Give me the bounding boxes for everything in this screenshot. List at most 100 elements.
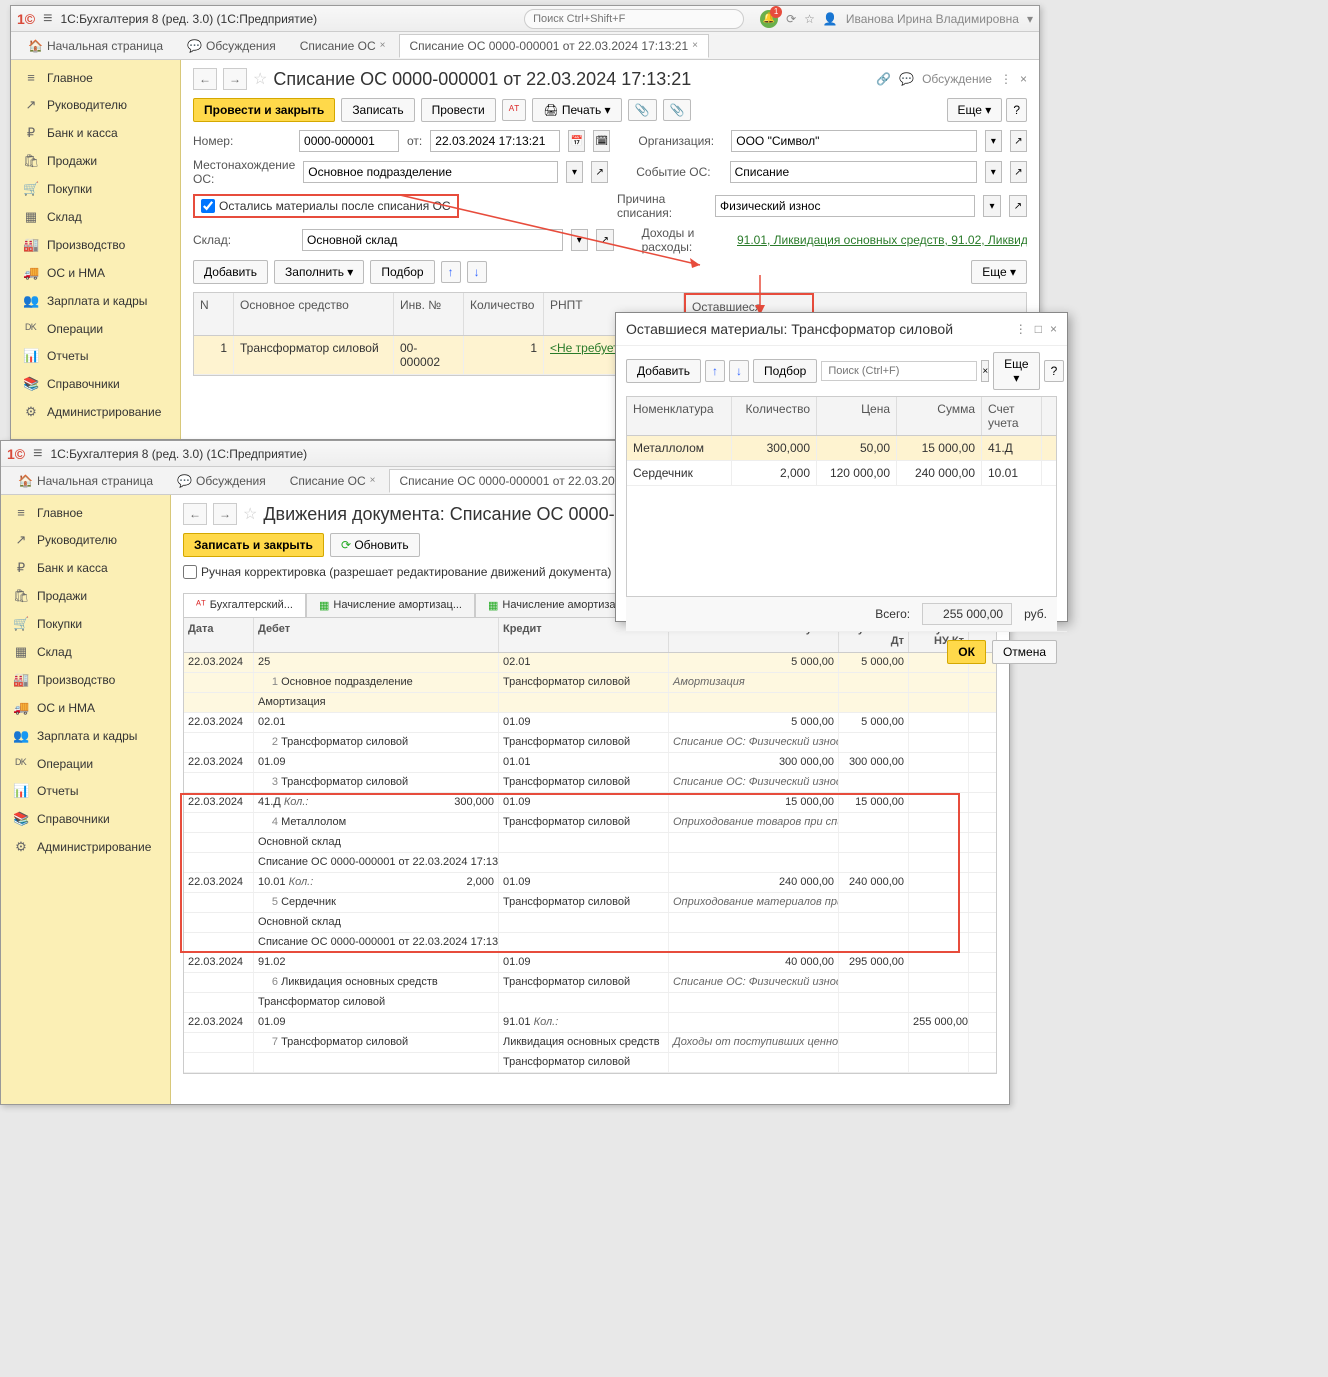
income-link[interactable]: 91.01, Ликвидация основных средств, 91.0…: [737, 233, 1027, 247]
save-button[interactable]: Записать: [341, 98, 414, 122]
number-input[interactable]: [299, 130, 399, 152]
tab-home[interactable]: 🏠Начальная страница: [7, 469, 164, 493]
sidebar-item[interactable]: 🛍Продажи: [1, 582, 170, 610]
sidebar-item[interactable]: ᴰᴷОперации: [1, 750, 170, 777]
add-button[interactable]: Добавить: [626, 359, 701, 383]
sidebar-item[interactable]: ⚙Администрирование: [1, 833, 170, 861]
star-icon[interactable]: ☆: [253, 69, 267, 89]
mov-row[interactable]: 22.03.202401.0901.01300 000,00300 000,00: [184, 753, 996, 773]
dropdown-icon[interactable]: ▾: [985, 161, 1002, 183]
post-close-button[interactable]: Провести и закрыть: [193, 98, 335, 122]
mov-row[interactable]: Трансформатор силовой: [184, 993, 996, 1013]
sidebar-item[interactable]: 🛒Покупки: [11, 175, 180, 203]
history-icon[interactable]: ⟳: [786, 12, 796, 26]
forward-button[interactable]: →: [223, 68, 247, 90]
open-icon[interactable]: ↗: [591, 161, 608, 183]
star-icon[interactable]: ☆: [243, 504, 257, 524]
print-button[interactable]: 🖨 Печать ▾: [532, 98, 621, 122]
sidebar-item[interactable]: 🛒Покупки: [1, 610, 170, 638]
maximize-icon[interactable]: □: [1035, 322, 1042, 336]
search-input[interactable]: [524, 9, 744, 29]
add-button[interactable]: Добавить: [193, 260, 268, 284]
tab-home[interactable]: 🏠Начальная страница: [17, 34, 174, 58]
more-button[interactable]: Еще ▾: [993, 352, 1039, 390]
close-icon[interactable]: ×: [380, 40, 386, 51]
tab-1[interactable]: Списание ОС×: [289, 34, 397, 58]
clip-button[interactable]: 📎: [663, 99, 692, 121]
sidebar-item[interactable]: ₽Банк и касса: [1, 554, 170, 582]
more-button[interactable]: Еще ▾: [971, 260, 1027, 284]
post-button[interactable]: Провести: [421, 98, 496, 122]
mov-row[interactable]: 22.03.202410.01 Кол.: 2,00001.09240 000,…: [184, 873, 996, 893]
mov-row[interactable]: 3 Трансформатор силовойТрансформатор сил…: [184, 773, 996, 793]
sidebar-item[interactable]: 👥Зарплата и кадры: [1, 722, 170, 750]
mov-tab[interactable]: ᴬᵀБухгалтерский...: [183, 593, 306, 617]
sidebar-item[interactable]: 🛍Продажи: [11, 147, 180, 175]
clear-icon[interactable]: ×: [981, 360, 989, 382]
menu-icon[interactable]: ≡: [43, 10, 52, 28]
loc-input[interactable]: [303, 161, 558, 183]
discuss-icon[interactable]: 💬: [899, 72, 914, 86]
sidebar-item[interactable]: 📊Отчеты: [1, 777, 170, 805]
sidebar-item[interactable]: 🚚ОС и НМА: [1, 694, 170, 722]
user-name[interactable]: Иванова Ирина Владимировна: [846, 12, 1019, 26]
sidebar-item[interactable]: 👥Зарплата и кадры: [11, 287, 180, 315]
close-icon[interactable]: ×: [1050, 322, 1057, 336]
mov-row[interactable]: Списание ОС 0000-000001 от 22.03.2024 17…: [184, 853, 996, 873]
popup-search[interactable]: [821, 361, 977, 381]
mov-row[interactable]: 6 Ликвидация основных средствТрансформат…: [184, 973, 996, 993]
global-search[interactable]: [524, 9, 744, 29]
stamp-icon[interactable]: 🗓: [593, 130, 610, 152]
link-icon[interactable]: 🔗: [876, 72, 891, 86]
star-icon[interactable]: ☆: [804, 12, 815, 26]
popup-row[interactable]: Сердечник 2,000 120 000,00 240 000,00 10…: [627, 461, 1056, 486]
cancel-button[interactable]: Отмена: [992, 640, 1057, 664]
mov-row[interactable]: 5 СердечникТрансформатор силовойОприходо…: [184, 893, 996, 913]
mov-row[interactable]: 22.03.202402.0101.095 000,005 000,00: [184, 713, 996, 733]
mov-row[interactable]: Основной склад: [184, 913, 996, 933]
mov-row[interactable]: Амортизация: [184, 693, 996, 713]
tab-discuss[interactable]: 💬Обсуждения: [176, 34, 287, 58]
date-input[interactable]: [430, 130, 560, 152]
open-icon[interactable]: ↗: [1010, 130, 1027, 152]
fill-button[interactable]: Заполнить ▾: [274, 260, 364, 284]
up-button[interactable]: ↑: [441, 261, 461, 283]
sidebar-item[interactable]: ↗Руководителю: [11, 91, 180, 119]
mov-row[interactable]: 22.03.202441.Д Кол.: 300,00001.0915 000,…: [184, 793, 996, 813]
more-button[interactable]: Еще ▾: [947, 98, 1003, 122]
tab-1[interactable]: Списание ОС×: [279, 469, 387, 493]
up-button[interactable]: ↑: [705, 360, 725, 382]
popup-row[interactable]: Металлолом 300,000 50,00 15 000,00 41.Д: [627, 436, 1056, 461]
calendar-icon[interactable]: 📅: [568, 130, 585, 152]
dropdown-icon[interactable]: ▾: [1027, 12, 1033, 26]
mov-row[interactable]: 2 Трансформатор силовойТрансформатор сил…: [184, 733, 996, 753]
discuss-link[interactable]: Обсуждение: [922, 72, 992, 86]
sidebar-item[interactable]: ᴰᴷОперации: [11, 315, 180, 342]
event-input[interactable]: [730, 161, 977, 183]
tab-2[interactable]: Списание ОС 0000-000001 от 22.03.2024 17…: [399, 34, 709, 58]
sidebar-item[interactable]: 📚Справочники: [11, 370, 180, 398]
mov-row[interactable]: 1 Основное подразделениеТрансформатор си…: [184, 673, 996, 693]
help-button[interactable]: ?: [1006, 98, 1027, 122]
close-icon[interactable]: ×: [370, 475, 376, 486]
manual-checkbox[interactable]: Ручная корректировка (разрешает редактир…: [183, 565, 611, 579]
open-icon[interactable]: ↗: [596, 229, 614, 251]
back-button[interactable]: ←: [193, 68, 217, 90]
help-button[interactable]: ?: [1044, 360, 1065, 382]
refresh-button[interactable]: ⟳ Обновить: [330, 533, 420, 557]
mov-row[interactable]: Списание ОС 0000-000001 от 22.03.2024 17…: [184, 933, 996, 953]
attach-button[interactable]: 📎: [628, 99, 657, 121]
back-button[interactable]: ←: [183, 503, 207, 525]
dropdown-icon[interactable]: ▾: [985, 130, 1002, 152]
dt-kt-button[interactable]: ᴬᵀ: [502, 99, 527, 121]
bell-icon[interactable]: 🔔: [760, 10, 778, 28]
down-button[interactable]: ↓: [467, 261, 487, 283]
more-icon[interactable]: ⋮: [1000, 72, 1012, 86]
mov-row[interactable]: 22.03.202401.0991.01 Кол.:255 000,00: [184, 1013, 996, 1033]
org-input[interactable]: [731, 130, 977, 152]
dropdown-icon[interactable]: ▾: [983, 195, 1001, 217]
sidebar-item[interactable]: ⚙Администрирование: [11, 398, 180, 426]
save-close-button[interactable]: Записать и закрыть: [183, 533, 324, 557]
down-button[interactable]: ↓: [729, 360, 749, 382]
materials-checkbox[interactable]: Остались материалы после списания ОС: [193, 194, 459, 218]
